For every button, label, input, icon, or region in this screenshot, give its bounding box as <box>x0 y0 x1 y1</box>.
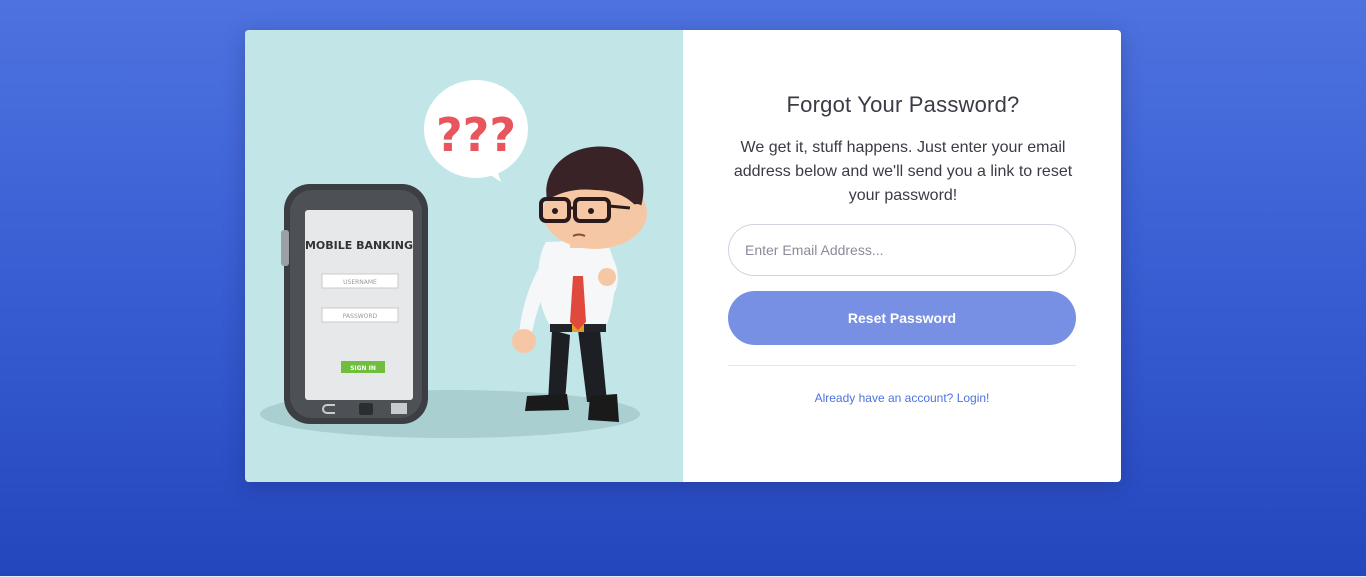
confused-man-figure <box>512 146 647 422</box>
question-marks: ??? <box>436 108 516 162</box>
phone-password-field: PASSWORD <box>343 313 378 320</box>
phone-screen-title: MOBILE BANKING <box>305 239 413 252</box>
forgot-password-form: Forgot Your Password? We get it, stuff h… <box>683 30 1121 482</box>
forgot-password-illustration: ??? MOBILE BANKING USERNAME PASSWORD SIG… <box>245 30 683 482</box>
login-link[interactable]: Already have an account? Login! <box>728 391 1076 405</box>
page-title: Forgot Your Password? <box>786 92 1020 117</box>
divider <box>728 365 1076 366</box>
phone-username-field: USERNAME <box>343 279 377 286</box>
instructions-text: We get it, stuff happens. Just enter you… <box>733 139 1073 204</box>
phone-icon: MOBILE BANKING USERNAME PASSWORD SIGN IN <box>281 184 428 424</box>
reset-password-button[interactable]: Reset Password <box>728 291 1076 345</box>
forgot-password-card: ??? MOBILE BANKING USERNAME PASSWORD SIG… <box>245 30 1121 482</box>
phone-signin-button: SIGN IN <box>350 365 376 372</box>
confused-man-with-phone-image: ??? MOBILE BANKING USERNAME PASSWORD SIG… <box>260 80 647 438</box>
thought-bubble: ??? <box>424 80 528 182</box>
email-field[interactable] <box>728 224 1076 276</box>
